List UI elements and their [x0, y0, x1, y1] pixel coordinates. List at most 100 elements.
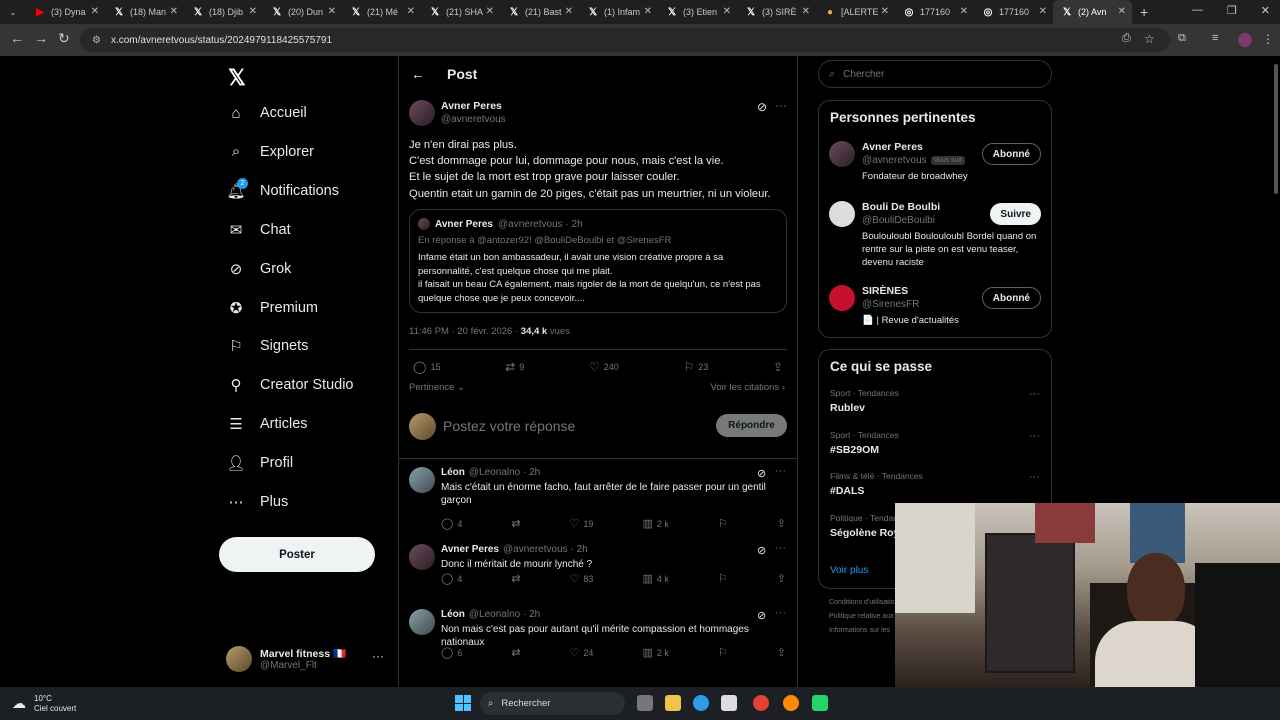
- close-tab-icon[interactable]: ✕: [644, 6, 652, 17]
- close-tab-icon[interactable]: ✕: [1118, 6, 1126, 17]
- url-field[interactable]: ⚙ x.com/avneretvous/status/2024979118425…: [80, 28, 1170, 52]
- close-tab-icon[interactable]: ✕: [91, 6, 99, 17]
- close-tab-icon[interactable]: ✕: [328, 6, 336, 17]
- reply-button[interactable]: ◯ 4: [441, 572, 462, 585]
- bookmark-button[interactable]: ⚐: [718, 646, 728, 659]
- more-icon[interactable]: ···: [1029, 388, 1040, 400]
- close-tab-icon[interactable]: ✕: [723, 6, 731, 17]
- browser-tab[interactable]: 𝕏 (18) Man ✕: [105, 0, 184, 24]
- following-button[interactable]: Abonné: [981, 143, 1041, 165]
- author-name[interactable]: Avner Peres: [441, 100, 502, 112]
- close-tab-icon[interactable]: ✕: [1039, 6, 1047, 17]
- close-tab-icon[interactable]: ✕: [170, 6, 178, 17]
- weather-icon[interactable]: ☁: [12, 695, 26, 712]
- reply-button[interactable]: ◯ 6: [441, 646, 462, 659]
- views-button[interactable]: ▥ 4 k: [642, 572, 668, 585]
- x-logo-icon[interactable]: 𝕏: [228, 65, 246, 91]
- file-explorer-icon[interactable]: [665, 695, 681, 711]
- browser-tab[interactable]: 𝕏 (2) Avn ✕: [1053, 0, 1132, 24]
- close-window-button[interactable]: ✕: [1261, 4, 1270, 17]
- reply-author[interactable]: Avner Peres: [441, 544, 499, 555]
- more-icon[interactable]: ···: [775, 607, 786, 619]
- bookmark-button[interactable]: ⚐ 23: [683, 360, 708, 374]
- browser-tab[interactable]: 𝕏 (3) Etien ✕: [658, 0, 737, 24]
- search-field[interactable]: ⌕ Chercher: [818, 60, 1052, 88]
- like-button[interactable]: ♡ 240: [589, 360, 619, 374]
- nav-item-plus[interactable]: ⋯ Plus: [226, 492, 289, 512]
- nav-item-premium[interactable]: ✪ Premium: [226, 298, 318, 318]
- reply-input[interactable]: Postez votre réponse: [443, 418, 575, 434]
- reply-submit-button[interactable]: Répondre: [716, 414, 787, 437]
- browser-tab[interactable]: ◎ 177160 ✕: [895, 0, 974, 24]
- reply-author[interactable]: Léon: [441, 609, 465, 620]
- views-button[interactable]: ▥ 2 k: [642, 517, 668, 530]
- nav-item-notifications[interactable]: 🔔︎ 2 Notifications: [226, 177, 339, 201]
- more-icon[interactable]: ···: [775, 465, 786, 477]
- share-button[interactable]: ⇪: [777, 646, 786, 659]
- browser-tab[interactable]: ● [ALERTE ✕: [816, 0, 895, 24]
- reply-item[interactable]: Léon @Leonalno · 2h ⊘ ··· Mais c'était un én…: [399, 458, 797, 536]
- browser-tab[interactable]: 𝕏 (21) Mé ✕: [342, 0, 421, 24]
- browser-tab[interactable]: 𝕏 (3) SIRÈ ✕: [737, 0, 816, 24]
- reload-icon[interactable]: ↻: [58, 30, 70, 47]
- nav-item-creator-studio[interactable]: ⚲ Creator Studio: [226, 375, 354, 395]
- footer-link[interactable]: Informations sur les: [829, 624, 898, 638]
- show-more-link[interactable]: Voir plus: [830, 565, 868, 576]
- author-avatar[interactable]: [409, 100, 435, 126]
- nav-item-grok[interactable]: ⊘ Grok: [226, 259, 292, 279]
- nav-item-articles[interactable]: ☰ Articles: [226, 414, 307, 434]
- reply-button[interactable]: ◯ 15: [413, 360, 440, 374]
- back-arrow-icon[interactable]: ←: [411, 66, 425, 82]
- browser-tab[interactable]: ◎ 177160 ✕: [974, 0, 1053, 24]
- nav-item-explorer[interactable]: ⌕ Explorer: [226, 142, 314, 162]
- person-name[interactable]: Avner Peres: [862, 141, 923, 153]
- more-icon[interactable]: ···: [1029, 430, 1040, 442]
- grok-icon[interactable]: ⊘: [757, 609, 766, 622]
- install-icon[interactable]: ⎙: [1122, 32, 1131, 45]
- nav-item-chat[interactable]: ✉ Chat: [226, 220, 291, 240]
- taskbar-search[interactable]: ⌕ Rechercher: [480, 692, 625, 715]
- sidebar-icon[interactable]: ≡: [1212, 32, 1218, 44]
- browser-tab[interactable]: 𝕏 (18) Djib ✕: [184, 0, 263, 24]
- store-icon[interactable]: [721, 695, 737, 711]
- avatar[interactable]: [829, 201, 855, 227]
- more-icon[interactable]: ···: [775, 98, 787, 112]
- grok-icon[interactable]: ⊘: [757, 467, 766, 480]
- firefox-icon[interactable]: [783, 695, 799, 711]
- author-handle[interactable]: @avneretvous: [441, 114, 506, 125]
- close-tab-icon[interactable]: ✕: [565, 6, 573, 17]
- avatar[interactable]: [409, 609, 435, 635]
- close-tab-icon[interactable]: ✕: [802, 6, 810, 17]
- browser-tab[interactable]: 𝕏 (20) Dun ✕: [263, 0, 342, 24]
- quoted-post[interactable]: Avner Peres @avneretvous · 2h En réponse…: [409, 209, 787, 313]
- close-tab-icon[interactable]: ✕: [960, 6, 968, 17]
- share-button[interactable]: ⇪: [777, 517, 786, 530]
- avatar[interactable]: [829, 141, 855, 167]
- browser-tab[interactable]: 𝕏 (21) Bast ✕: [500, 0, 579, 24]
- close-tab-icon[interactable]: ✕: [407, 6, 415, 17]
- profile-avatar[interactable]: [1238, 33, 1252, 47]
- views-button[interactable]: ▥ 2 k: [642, 646, 668, 659]
- share-button[interactable]: ⇪: [777, 572, 786, 585]
- edge-icon[interactable]: [693, 695, 709, 711]
- like-button[interactable]: ♡ 19: [570, 517, 594, 530]
- page-scrollbar[interactable]: [1274, 64, 1278, 194]
- windows-start-icon[interactable]: [455, 695, 471, 711]
- person-name[interactable]: SIRÈNES: [862, 285, 908, 297]
- nav-item-accueil[interactable]: ⌂ Accueil: [226, 103, 306, 123]
- forward-icon[interactable]: →: [34, 30, 48, 46]
- repost-button[interactable]: ⇄: [511, 517, 520, 530]
- back-icon[interactable]: ←: [10, 30, 24, 46]
- minimize-button[interactable]: —: [1192, 4, 1203, 17]
- bookmark-star-icon[interactable]: ☆: [1144, 32, 1155, 46]
- browser-tab[interactable]: 𝕏 (21) SHA ✕: [421, 0, 500, 24]
- reply-button[interactable]: ◯ 4: [441, 517, 462, 530]
- repost-button[interactable]: ⇄: [511, 572, 520, 585]
- tab-search-button[interactable]: ⌄: [0, 7, 26, 18]
- bookmark-button[interactable]: ⚐: [718, 517, 728, 530]
- bookmark-button[interactable]: ⚐: [718, 572, 728, 585]
- more-icon[interactable]: ···: [372, 649, 384, 663]
- close-tab-icon[interactable]: ✕: [486, 6, 494, 17]
- sort-dropdown[interactable]: Pertinence ⌄: [409, 382, 465, 393]
- trend-item[interactable]: Sport · Tendances #SB29OM ···: [830, 430, 1040, 456]
